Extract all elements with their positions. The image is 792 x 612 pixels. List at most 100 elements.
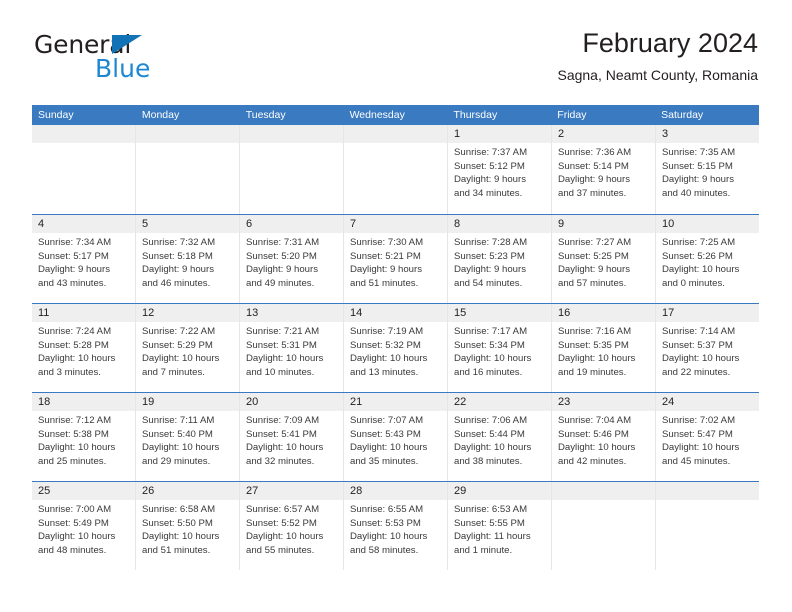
- calendar-day-cell[interactable]: 24 Sunrise: 7:02 AM Sunset: 5:47 PM Dayligh…: [655, 393, 759, 481]
- day-info-line: and 29 minutes.: [142, 455, 211, 467]
- day-info-line: and 35 minutes.: [350, 455, 419, 467]
- calendar-day-cell[interactable]: 8 Sunrise: 7:28 AM Sunset: 5:23 PM Daylight…: [447, 215, 551, 303]
- weekday-header-sunday: Sunday: [38, 109, 74, 121]
- day-number: 28: [344, 482, 447, 500]
- day-sun-info: Sunrise: 7:27 AM Sunset: 5:25 PM Daylight:…: [552, 233, 655, 290]
- day-info-line: Sunset: 5:28 PM: [38, 339, 109, 351]
- day-info-line: Sunset: 5:26 PM: [662, 250, 733, 262]
- calendar-day-cell-empty: [343, 125, 447, 214]
- day-number: [552, 482, 655, 500]
- calendar-grid: Sunday Monday Tuesday Wednesday Thursday Frid…: [32, 105, 759, 570]
- day-info-line: and 57 minutes.: [558, 277, 627, 289]
- day-info-line: Sunrise: 7:09 AM: [246, 415, 320, 426]
- calendar-day-cell[interactable]: 16 Sunrise: 7:16 AM Sunset: 5:35 PM Dayligh…: [551, 304, 655, 392]
- calendar-day-cell[interactable]: 22 Sunrise: 7:06 AM Sunset: 5:44 PM Dayligh…: [447, 393, 551, 481]
- day-info-line: Sunrise: 7:12 AM: [38, 415, 112, 426]
- day-info-line: Daylight: 10 hours: [38, 442, 116, 453]
- calendar-day-cell[interactable]: 20 Sunrise: 7:09 AM Sunset: 5:41 PM Dayligh…: [239, 393, 343, 481]
- day-info-line: Sunset: 5:25 PM: [558, 250, 629, 262]
- day-info-line: Sunset: 5:38 PM: [38, 428, 109, 440]
- day-sun-info: Sunrise: 7:16 AM Sunset: 5:35 PM Daylight:…: [552, 322, 655, 379]
- calendar-day-cell[interactable]: 1 Sunrise: 7:37 AM Sunset: 5:12 PM Daylight…: [447, 125, 551, 214]
- day-sun-info: [136, 143, 239, 146]
- day-number: 25: [32, 482, 135, 500]
- day-info-line: Sunrise: 7:06 AM: [454, 415, 528, 426]
- day-sun-info: Sunrise: 7:17 AM Sunset: 5:34 PM Daylight:…: [448, 322, 551, 379]
- calendar-day-cell[interactable]: 25 Sunrise: 7:00 AM Sunset: 5:49 PM Dayligh…: [32, 482, 135, 570]
- calendar-day-cell[interactable]: 2 Sunrise: 7:36 AM Sunset: 5:14 PM Daylight…: [551, 125, 655, 214]
- calendar-day-cell[interactable]: 28 Sunrise: 6:55 AM Sunset: 5:53 PM Dayligh…: [343, 482, 447, 570]
- day-number: [240, 125, 343, 143]
- day-info-line: and 10 minutes.: [246, 366, 315, 378]
- day-info-line: Daylight: 10 hours: [142, 442, 220, 453]
- day-info-line: Daylight: 10 hours: [454, 353, 532, 364]
- day-sun-info: Sunrise: 6:53 AM Sunset: 5:55 PM Daylight:…: [448, 500, 551, 557]
- day-info-line: Sunset: 5:44 PM: [454, 428, 525, 440]
- day-sun-info: Sunrise: 7:37 AM Sunset: 5:12 PM Daylight:…: [448, 143, 551, 200]
- day-number: 2: [552, 125, 655, 143]
- weekday-header-tuesday: Tuesday: [245, 109, 286, 121]
- page-header: General Blue February 2024 Sagna, Neamt …: [34, 26, 758, 94]
- day-info-line: Sunrise: 7:00 AM: [38, 504, 112, 515]
- day-info-line: Sunset: 5:31 PM: [246, 339, 317, 351]
- day-info-line: Sunrise: 7:27 AM: [558, 237, 632, 248]
- calendar-day-cell[interactable]: 3 Sunrise: 7:35 AM Sunset: 5:15 PM Daylight…: [655, 125, 759, 214]
- day-info-line: and 49 minutes.: [246, 277, 315, 289]
- calendar-day-cell[interactable]: 23 Sunrise: 7:04 AM Sunset: 5:46 PM Dayligh…: [551, 393, 655, 481]
- calendar-day-cell[interactable]: 15 Sunrise: 7:17 AM Sunset: 5:34 PM Dayligh…: [447, 304, 551, 392]
- day-info-line: Daylight: 10 hours: [142, 531, 220, 542]
- day-info-line: Sunrise: 7:21 AM: [246, 326, 320, 337]
- calendar-day-cell[interactable]: 4 Sunrise: 7:34 AM Sunset: 5:17 PM Daylight…: [32, 215, 135, 303]
- day-sun-info: [656, 500, 759, 503]
- calendar-day-cell[interactable]: 7 Sunrise: 7:30 AM Sunset: 5:21 PM Daylight…: [343, 215, 447, 303]
- calendar-day-cell[interactable]: 29 Sunrise: 6:53 AM Sunset: 5:55 PM Dayligh…: [447, 482, 551, 570]
- day-number: 5: [136, 215, 239, 233]
- day-sun-info: Sunrise: 6:57 AM Sunset: 5:52 PM Daylight:…: [240, 500, 343, 557]
- calendar-day-cell[interactable]: 21 Sunrise: 7:07 AM Sunset: 5:43 PM Dayligh…: [343, 393, 447, 481]
- calendar-day-cell[interactable]: 10 Sunrise: 7:25 AM Sunset: 5:26 PM Dayligh…: [655, 215, 759, 303]
- day-info-line: Daylight: 10 hours: [558, 442, 636, 453]
- calendar-day-cell[interactable]: 11 Sunrise: 7:24 AM Sunset: 5:28 PM Dayligh…: [32, 304, 135, 392]
- calendar-week-row: 25 Sunrise: 7:00 AM Sunset: 5:49 PM Dayligh…: [32, 481, 759, 570]
- day-number: 3: [656, 125, 759, 143]
- day-info-line: and 54 minutes.: [454, 277, 523, 289]
- calendar-day-cell[interactable]: 6 Sunrise: 7:31 AM Sunset: 5:20 PM Daylight…: [239, 215, 343, 303]
- calendar-day-cell[interactable]: 12 Sunrise: 7:22 AM Sunset: 5:29 PM Dayligh…: [135, 304, 239, 392]
- calendar-day-cell[interactable]: 17 Sunrise: 7:14 AM Sunset: 5:37 PM Dayligh…: [655, 304, 759, 392]
- day-info-line: Sunset: 5:43 PM: [350, 428, 421, 440]
- day-info-line: and 40 minutes.: [662, 187, 731, 199]
- calendar-weeks: 1 Sunrise: 7:37 AM Sunset: 5:12 PM Daylight…: [32, 125, 759, 570]
- day-info-line: Sunrise: 7:07 AM: [350, 415, 424, 426]
- calendar-day-cell[interactable]: 14 Sunrise: 7:19 AM Sunset: 5:32 PM Dayligh…: [343, 304, 447, 392]
- day-info-line: and 3 minutes.: [38, 366, 101, 378]
- calendar-day-cell[interactable]: 13 Sunrise: 7:21 AM Sunset: 5:31 PM Dayligh…: [239, 304, 343, 392]
- day-number: 7: [344, 215, 447, 233]
- day-info-line: and 16 minutes.: [454, 366, 523, 378]
- day-number: 20: [240, 393, 343, 411]
- day-number: 10: [656, 215, 759, 233]
- day-sun-info: Sunrise: 7:35 AM Sunset: 5:15 PM Daylight:…: [656, 143, 759, 200]
- day-info-line: Sunrise: 7:22 AM: [142, 326, 216, 337]
- day-info-line: Sunrise: 7:19 AM: [350, 326, 424, 337]
- day-info-line: and 45 minutes.: [662, 455, 731, 467]
- calendar-day-cell[interactable]: 26 Sunrise: 6:58 AM Sunset: 5:50 PM Dayligh…: [135, 482, 239, 570]
- day-info-line: and 42 minutes.: [558, 455, 627, 467]
- day-number: 21: [344, 393, 447, 411]
- day-sun-info: Sunrise: 7:19 AM Sunset: 5:32 PM Daylight:…: [344, 322, 447, 379]
- day-info-line: and 0 minutes.: [662, 277, 725, 289]
- day-sun-info: Sunrise: 7:24 AM Sunset: 5:28 PM Daylight:…: [32, 322, 135, 379]
- day-number: [656, 482, 759, 500]
- day-info-line: Daylight: 10 hours: [38, 353, 116, 364]
- calendar-day-cell[interactable]: 9 Sunrise: 7:27 AM Sunset: 5:25 PM Daylight…: [551, 215, 655, 303]
- day-sun-info: Sunrise: 7:30 AM Sunset: 5:21 PM Daylight:…: [344, 233, 447, 290]
- calendar-day-cell[interactable]: 5 Sunrise: 7:32 AM Sunset: 5:18 PM Daylight…: [135, 215, 239, 303]
- day-info-line: Sunrise: 6:58 AM: [142, 504, 216, 515]
- general-blue-logo[interactable]: General Blue: [34, 32, 234, 88]
- calendar-day-cell[interactable]: 18 Sunrise: 7:12 AM Sunset: 5:38 PM Dayligh…: [32, 393, 135, 481]
- day-info-line: Sunrise: 7:25 AM: [662, 237, 736, 248]
- calendar-day-cell[interactable]: 19 Sunrise: 7:11 AM Sunset: 5:40 PM Dayligh…: [135, 393, 239, 481]
- day-number: 16: [552, 304, 655, 322]
- calendar-day-cell[interactable]: 27 Sunrise: 6:57 AM Sunset: 5:52 PM Dayligh…: [239, 482, 343, 570]
- day-number: 29: [448, 482, 551, 500]
- day-info-line: Daylight: 10 hours: [246, 531, 324, 542]
